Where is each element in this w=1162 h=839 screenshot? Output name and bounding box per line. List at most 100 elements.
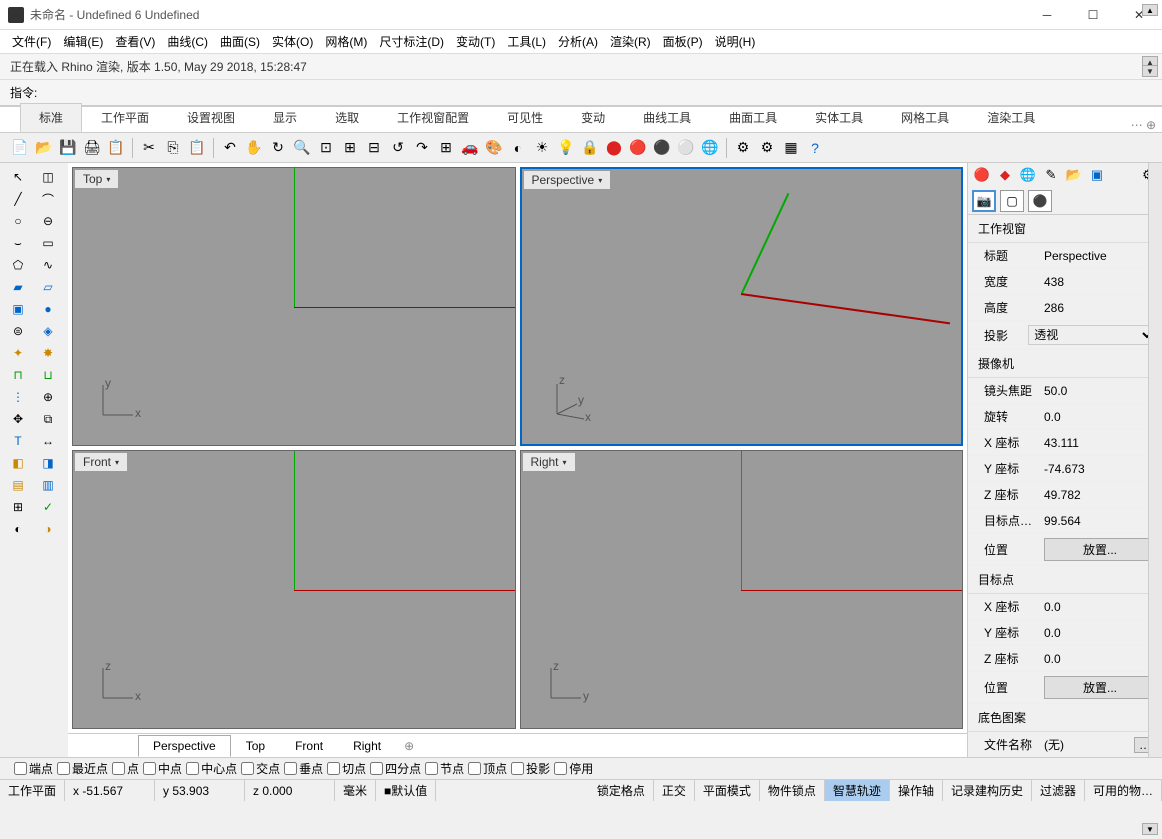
subtab-camera-icon[interactable]: 📷 — [972, 190, 996, 212]
menu-view[interactable]: 查看(V) — [115, 33, 155, 50]
tab-overflow-icon[interactable]: ⋯ ⊕ — [1131, 118, 1156, 132]
prop-target-dist[interactable]: 99.564 — [1044, 514, 1156, 528]
paste-icon[interactable]: 📋 — [187, 138, 207, 158]
status-history[interactable]: 记录建构历史 — [943, 780, 1032, 801]
lasso-icon[interactable]: ◫ — [34, 167, 62, 187]
dim-icon[interactable]: ↔ — [34, 431, 62, 451]
render-icon[interactable]: 🎨 — [484, 138, 504, 158]
copy-icon[interactable]: ⎘ — [163, 138, 183, 158]
panel-display-icon[interactable]: ▣ — [1087, 166, 1107, 184]
prop-cam-y[interactable]: -74.673 — [1044, 462, 1156, 476]
explode-icon[interactable]: ✸ — [34, 343, 62, 363]
pan-icon[interactable]: ✋ — [244, 138, 264, 158]
shade-icon[interactable]: ◐ — [508, 138, 528, 158]
menu-surface[interactable]: 曲面(S) — [220, 33, 260, 50]
tab-setview[interactable]: 设置视图 — [168, 103, 254, 132]
mesh-icon[interactable]: ▱ — [34, 277, 62, 297]
menu-curve[interactable]: 曲线(C) — [167, 33, 208, 50]
snap-knot[interactable]: 节点 — [425, 760, 464, 777]
text-icon[interactable]: T — [4, 431, 32, 451]
import-icon[interactable]: 📋 — [106, 138, 126, 158]
box-icon[interactable]: ▣ — [4, 299, 32, 319]
misc-icon[interactable]: ◐ — [4, 519, 32, 539]
polyline-icon[interactable]: ⌒ — [34, 189, 62, 209]
prop-tgt-z[interactable]: 0.0 — [1044, 652, 1156, 666]
prop-cam-z[interactable]: 49.782 — [1044, 488, 1156, 502]
menu-edit[interactable]: 编辑(E) — [63, 33, 103, 50]
maximize-button[interactable]: ☐ — [1070, 0, 1116, 30]
status-gumball[interactable]: 操作轴 — [890, 780, 943, 801]
material2-icon[interactable]: 🔴 — [628, 138, 648, 158]
status-avail[interactable]: 可用的物… — [1085, 780, 1162, 801]
viewport-right-label[interactable]: Right▾ — [523, 453, 575, 471]
help-icon[interactable]: ? — [805, 138, 825, 158]
snap-mid[interactable]: 中点 — [143, 760, 182, 777]
status-smarttrack[interactable]: 智慧轨迹 — [825, 780, 890, 801]
surface-icon[interactable]: ▰ — [4, 277, 32, 297]
menu-help[interactable]: 说明(H) — [715, 33, 756, 50]
named-icon[interactable]: ▥ — [34, 475, 62, 495]
viewport-front[interactable]: Front▾ zx — [72, 450, 516, 729]
snap-end[interactable]: 端点 — [14, 760, 53, 777]
vptab-right[interactable]: Right — [338, 735, 396, 757]
prop-projection[interactable]: 透视 — [1028, 325, 1156, 345]
status-layer[interactable]: ■默认值 — [376, 780, 436, 801]
snap-point[interactable]: 点 — [112, 760, 139, 777]
status-ortho[interactable]: 正交 — [654, 780, 695, 801]
snap-quad[interactable]: 四分点 — [370, 760, 421, 777]
lock-icon[interactable]: 🔒 — [580, 138, 600, 158]
prop-height[interactable]: 286 — [1044, 301, 1156, 315]
hide-icon[interactable]: ◨ — [34, 453, 62, 473]
vptab-front[interactable]: Front — [280, 735, 338, 757]
menu-transform[interactable]: 变动(T) — [456, 33, 495, 50]
sphere-icon[interactable]: ● — [34, 299, 62, 319]
tab-render[interactable]: 渲染工具 — [968, 103, 1054, 132]
prop-tgt-x[interactable]: 0.0 — [1044, 600, 1156, 614]
snap-int[interactable]: 交点 — [241, 760, 280, 777]
prop-tgt-y[interactable]: 0.0 — [1044, 626, 1156, 640]
circle-icon[interactable]: ○ — [4, 211, 32, 231]
redo-icon[interactable]: ↷ — [412, 138, 432, 158]
arc-icon[interactable]: ⌣ — [4, 233, 32, 253]
prop-lens[interactable]: 50.0 — [1044, 384, 1156, 398]
rotate-icon[interactable]: ↻ — [268, 138, 288, 158]
tab-cplane[interactable]: 工作平面 — [82, 103, 168, 132]
menu-mesh[interactable]: 网格(M) — [325, 33, 367, 50]
prop-title[interactable]: Perspective — [1044, 249, 1156, 263]
snap-vertex[interactable]: 顶点 — [468, 760, 507, 777]
menu-analyze[interactable]: 分析(A) — [558, 33, 598, 50]
trim-icon[interactable]: ⊔ — [34, 365, 62, 385]
edit-icon[interactable]: ✦ — [4, 343, 32, 363]
snap-center[interactable]: 中心点 — [186, 760, 237, 777]
copy2-icon[interactable]: ⧉ — [34, 409, 62, 429]
viewport-front-label[interactable]: Front▾ — [75, 453, 127, 471]
ellipse-icon[interactable]: ⊖ — [34, 211, 62, 231]
panel-scrollbar[interactable] — [1148, 163, 1162, 757]
snap-perp[interactable]: 垂点 — [284, 760, 323, 777]
zoom-ext-icon[interactable]: ⊡ — [316, 138, 336, 158]
viewport-top-label[interactable]: Top▾ — [75, 170, 118, 188]
globe-icon[interactable]: 🌐 — [700, 138, 720, 158]
material1-icon[interactable]: ⬤ — [604, 138, 624, 158]
tab-visibility[interactable]: 可见性 — [488, 103, 562, 132]
cmd-scroll-up[interactable]: ▲ — [1142, 4, 1158, 16]
car-icon[interactable]: 🚗 — [460, 138, 480, 158]
grid-icon[interactable]: ⊞ — [436, 138, 456, 158]
array-icon[interactable]: ⊞ — [4, 497, 32, 517]
viewport-right[interactable]: Right▾ zy — [520, 450, 964, 729]
material4-icon[interactable]: ⚪ — [676, 138, 696, 158]
print-icon[interactable]: 🖨 — [82, 138, 102, 158]
place-camera-button[interactable]: 放置... — [1044, 538, 1156, 561]
tab-display[interactable]: 显示 — [254, 103, 316, 132]
tab-standard[interactable]: 标准 — [20, 103, 82, 132]
viewport-top[interactable]: Top▾ yx — [72, 167, 516, 446]
pointer-icon[interactable]: ↖ — [4, 167, 32, 187]
status-gridsnap[interactable]: 锁定格点 — [589, 780, 654, 801]
save-icon[interactable]: 💾 — [58, 138, 78, 158]
tab-mesh[interactable]: 网格工具 — [882, 103, 968, 132]
layer-icon[interactable]: ◧ — [4, 453, 32, 473]
redo-view-icon[interactable]: ↺ — [388, 138, 408, 158]
menu-render[interactable]: 渲染(R) — [610, 33, 651, 50]
subtab-box-icon[interactable]: ▢ — [1000, 190, 1024, 212]
subtab-material-icon[interactable]: ⚫ — [1028, 190, 1052, 212]
